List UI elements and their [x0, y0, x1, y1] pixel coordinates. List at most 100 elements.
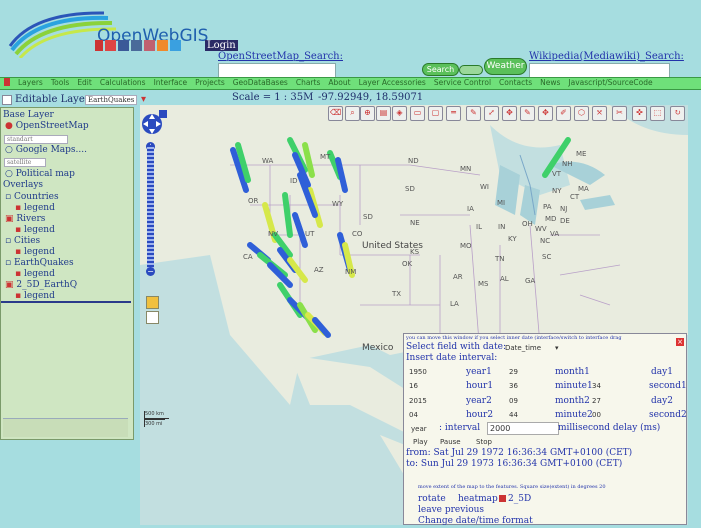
date-interval-dialog[interactable]: you can move this window if you select i…: [403, 333, 687, 526]
menu-item[interactable]: Service Control: [434, 78, 491, 89]
chevron-down-icon[interactable]: ▾: [555, 344, 559, 352]
menu-item[interactable]: Projects: [195, 78, 225, 89]
legend-link[interactable]: ▪ legend: [15, 203, 55, 213]
tool-icon[interactable]: ✐: [556, 106, 571, 121]
overlay-countries[interactable]: ▫ Countries: [5, 192, 59, 202]
radio-political-map[interactable]: ○ Political map: [5, 169, 75, 179]
month1-input[interactable]: 29: [509, 368, 518, 376]
state-label: WY: [332, 200, 344, 208]
login-button[interactable]: Login: [205, 40, 238, 51]
tool-icon[interactable]: ⌫: [328, 106, 343, 121]
radio-openstreetmap[interactable]: ● OpenStreetMap: [5, 121, 89, 131]
menu-item[interactable]: News: [540, 78, 560, 89]
second1-input[interactable]: 34: [592, 382, 601, 390]
menu-item[interactable]: Layer Accessories: [359, 78, 426, 89]
satellite-select[interactable]: satellite: [4, 158, 46, 167]
tool-icon[interactable]: ⬡: [574, 106, 589, 121]
state-label: NY: [552, 187, 562, 195]
menu-item[interactable]: Tools: [51, 78, 69, 89]
wiki-search-input[interactable]: [529, 63, 670, 78]
tool-icon[interactable]: ◈: [392, 106, 407, 121]
blogger-icon[interactable]: [144, 40, 155, 51]
menu-item[interactable]: Contacts: [499, 78, 532, 89]
minute2-input[interactable]: 44: [509, 411, 518, 419]
interval-unit-select[interactable]: year: [411, 425, 427, 433]
tool-icon[interactable]: ↻: [670, 106, 685, 121]
select-field-dropdown[interactable]: Date_time: [505, 344, 541, 352]
pan-icon[interactable]: ✥: [502, 106, 517, 121]
year2-input[interactable]: 2015: [409, 397, 427, 405]
leave-previous-link[interactable]: leave previous: [418, 505, 484, 515]
tool-icon[interactable]: ⬚: [650, 106, 665, 121]
second2-input[interactable]: 00: [592, 411, 601, 419]
standart-select[interactable]: standart: [4, 135, 68, 144]
menu-item[interactable]: About: [328, 78, 350, 89]
ruler-icon[interactable]: ═: [446, 106, 461, 121]
menu-item[interactable]: Charts: [296, 78, 321, 89]
wiki-search-label[interactable]: Wikipedia(Mediawiki)_Search:: [529, 51, 684, 62]
close-icon[interactable]: ×: [676, 338, 684, 346]
tool-icon[interactable]: ▢: [428, 106, 443, 121]
menu-item[interactable]: GeoDataBases: [233, 78, 288, 89]
tool-icon[interactable]: ✎: [466, 106, 481, 121]
overlay-earthquakes[interactable]: ▫ EarthQuakes: [5, 258, 74, 268]
overlay-label: Cities: [13, 236, 41, 246]
tool-icon[interactable]: ✎: [520, 106, 535, 121]
osm-search-input[interactable]: [218, 63, 336, 78]
search-button[interactable]: Search: [422, 63, 459, 76]
heatmap-link[interactable]: heatmap: [458, 494, 498, 504]
rotate-link[interactable]: rotate: [418, 494, 446, 504]
overlay-rivers[interactable]: ▣ Rivers: [5, 214, 45, 224]
menu-item[interactable]: Javascript/SourceCode: [568, 78, 652, 89]
menu-toggle-icon[interactable]: [4, 78, 10, 86]
pause-button[interactable]: Pause: [440, 438, 461, 446]
day2-input[interactable]: 27: [592, 397, 601, 405]
zoom-slider[interactable]: [147, 145, 154, 270]
vk-icon[interactable]: [131, 40, 142, 51]
editable-layer-select[interactable]: EarthQuakes: [85, 95, 138, 105]
tool-icon[interactable]: ✜: [632, 106, 647, 121]
legend-link[interactable]: ▪ legend: [15, 269, 55, 279]
overlay-2-5d-earthq[interactable]: ▣ 2_5D_EarthQ: [5, 280, 77, 290]
tool-icon[interactable]: ✂: [612, 106, 627, 121]
print-icon[interactable]: ▤: [376, 106, 391, 121]
rss-icon[interactable]: [157, 40, 168, 51]
2-5d-checkbox[interactable]: [499, 495, 506, 502]
zoom-box-icon[interactable]: [146, 311, 159, 324]
legend-link[interactable]: ▪ legend: [15, 291, 55, 301]
osm-search-label[interactable]: OpenStreetMap_Search:: [218, 51, 343, 62]
minute1-input-value[interactable]: 36: [509, 382, 518, 390]
change-format-link[interactable]: Change date/time format: [418, 516, 533, 526]
hour1-input[interactable]: 16: [409, 382, 418, 390]
zoom-out-icon[interactable]: −: [146, 267, 155, 276]
twitter-icon[interactable]: [170, 40, 181, 51]
tool-icon[interactable]: ▭: [410, 106, 425, 121]
menu-item[interactable]: Layers: [18, 78, 43, 89]
tool-icon[interactable]: ✥: [538, 106, 553, 121]
year1-input[interactable]: 1950: [409, 368, 427, 376]
tool-icon[interactable]: ⤢: [484, 106, 499, 121]
share-icon[interactable]: [95, 40, 103, 51]
radio-google-maps[interactable]: ○ Google Maps....: [5, 145, 87, 155]
google-plus-icon[interactable]: [105, 40, 116, 51]
hand-icon[interactable]: [146, 296, 159, 309]
overlay-cities[interactable]: ▫ Cities: [5, 236, 40, 246]
legend-link[interactable]: ▪ legend: [15, 225, 55, 235]
hour2-input[interactable]: 04: [409, 411, 418, 419]
menu-item[interactable]: Interface: [154, 78, 188, 89]
stop-button[interactable]: Stop: [476, 438, 492, 446]
tool-icon[interactable]: ⊕: [360, 106, 375, 121]
facebook-icon[interactable]: [118, 40, 129, 51]
play-button[interactable]: Play: [413, 438, 428, 446]
tool-icon[interactable]: ⤧: [592, 106, 607, 121]
search-small-button[interactable]: [459, 65, 483, 75]
menu-item[interactable]: Edit: [77, 78, 92, 89]
interval-input[interactable]: 2000: [487, 422, 559, 435]
weather-button[interactable]: Weather: [484, 58, 527, 75]
tool-icon[interactable]: ⌕: [345, 106, 360, 121]
dropdown-chevron-icon[interactable]: ▾: [141, 94, 146, 105]
menu-item[interactable]: Calculations: [100, 78, 146, 89]
month2-input[interactable]: 09: [509, 397, 518, 405]
pan-control-icon[interactable]: [142, 108, 168, 138]
legend-link[interactable]: ▪ legend: [15, 247, 55, 257]
